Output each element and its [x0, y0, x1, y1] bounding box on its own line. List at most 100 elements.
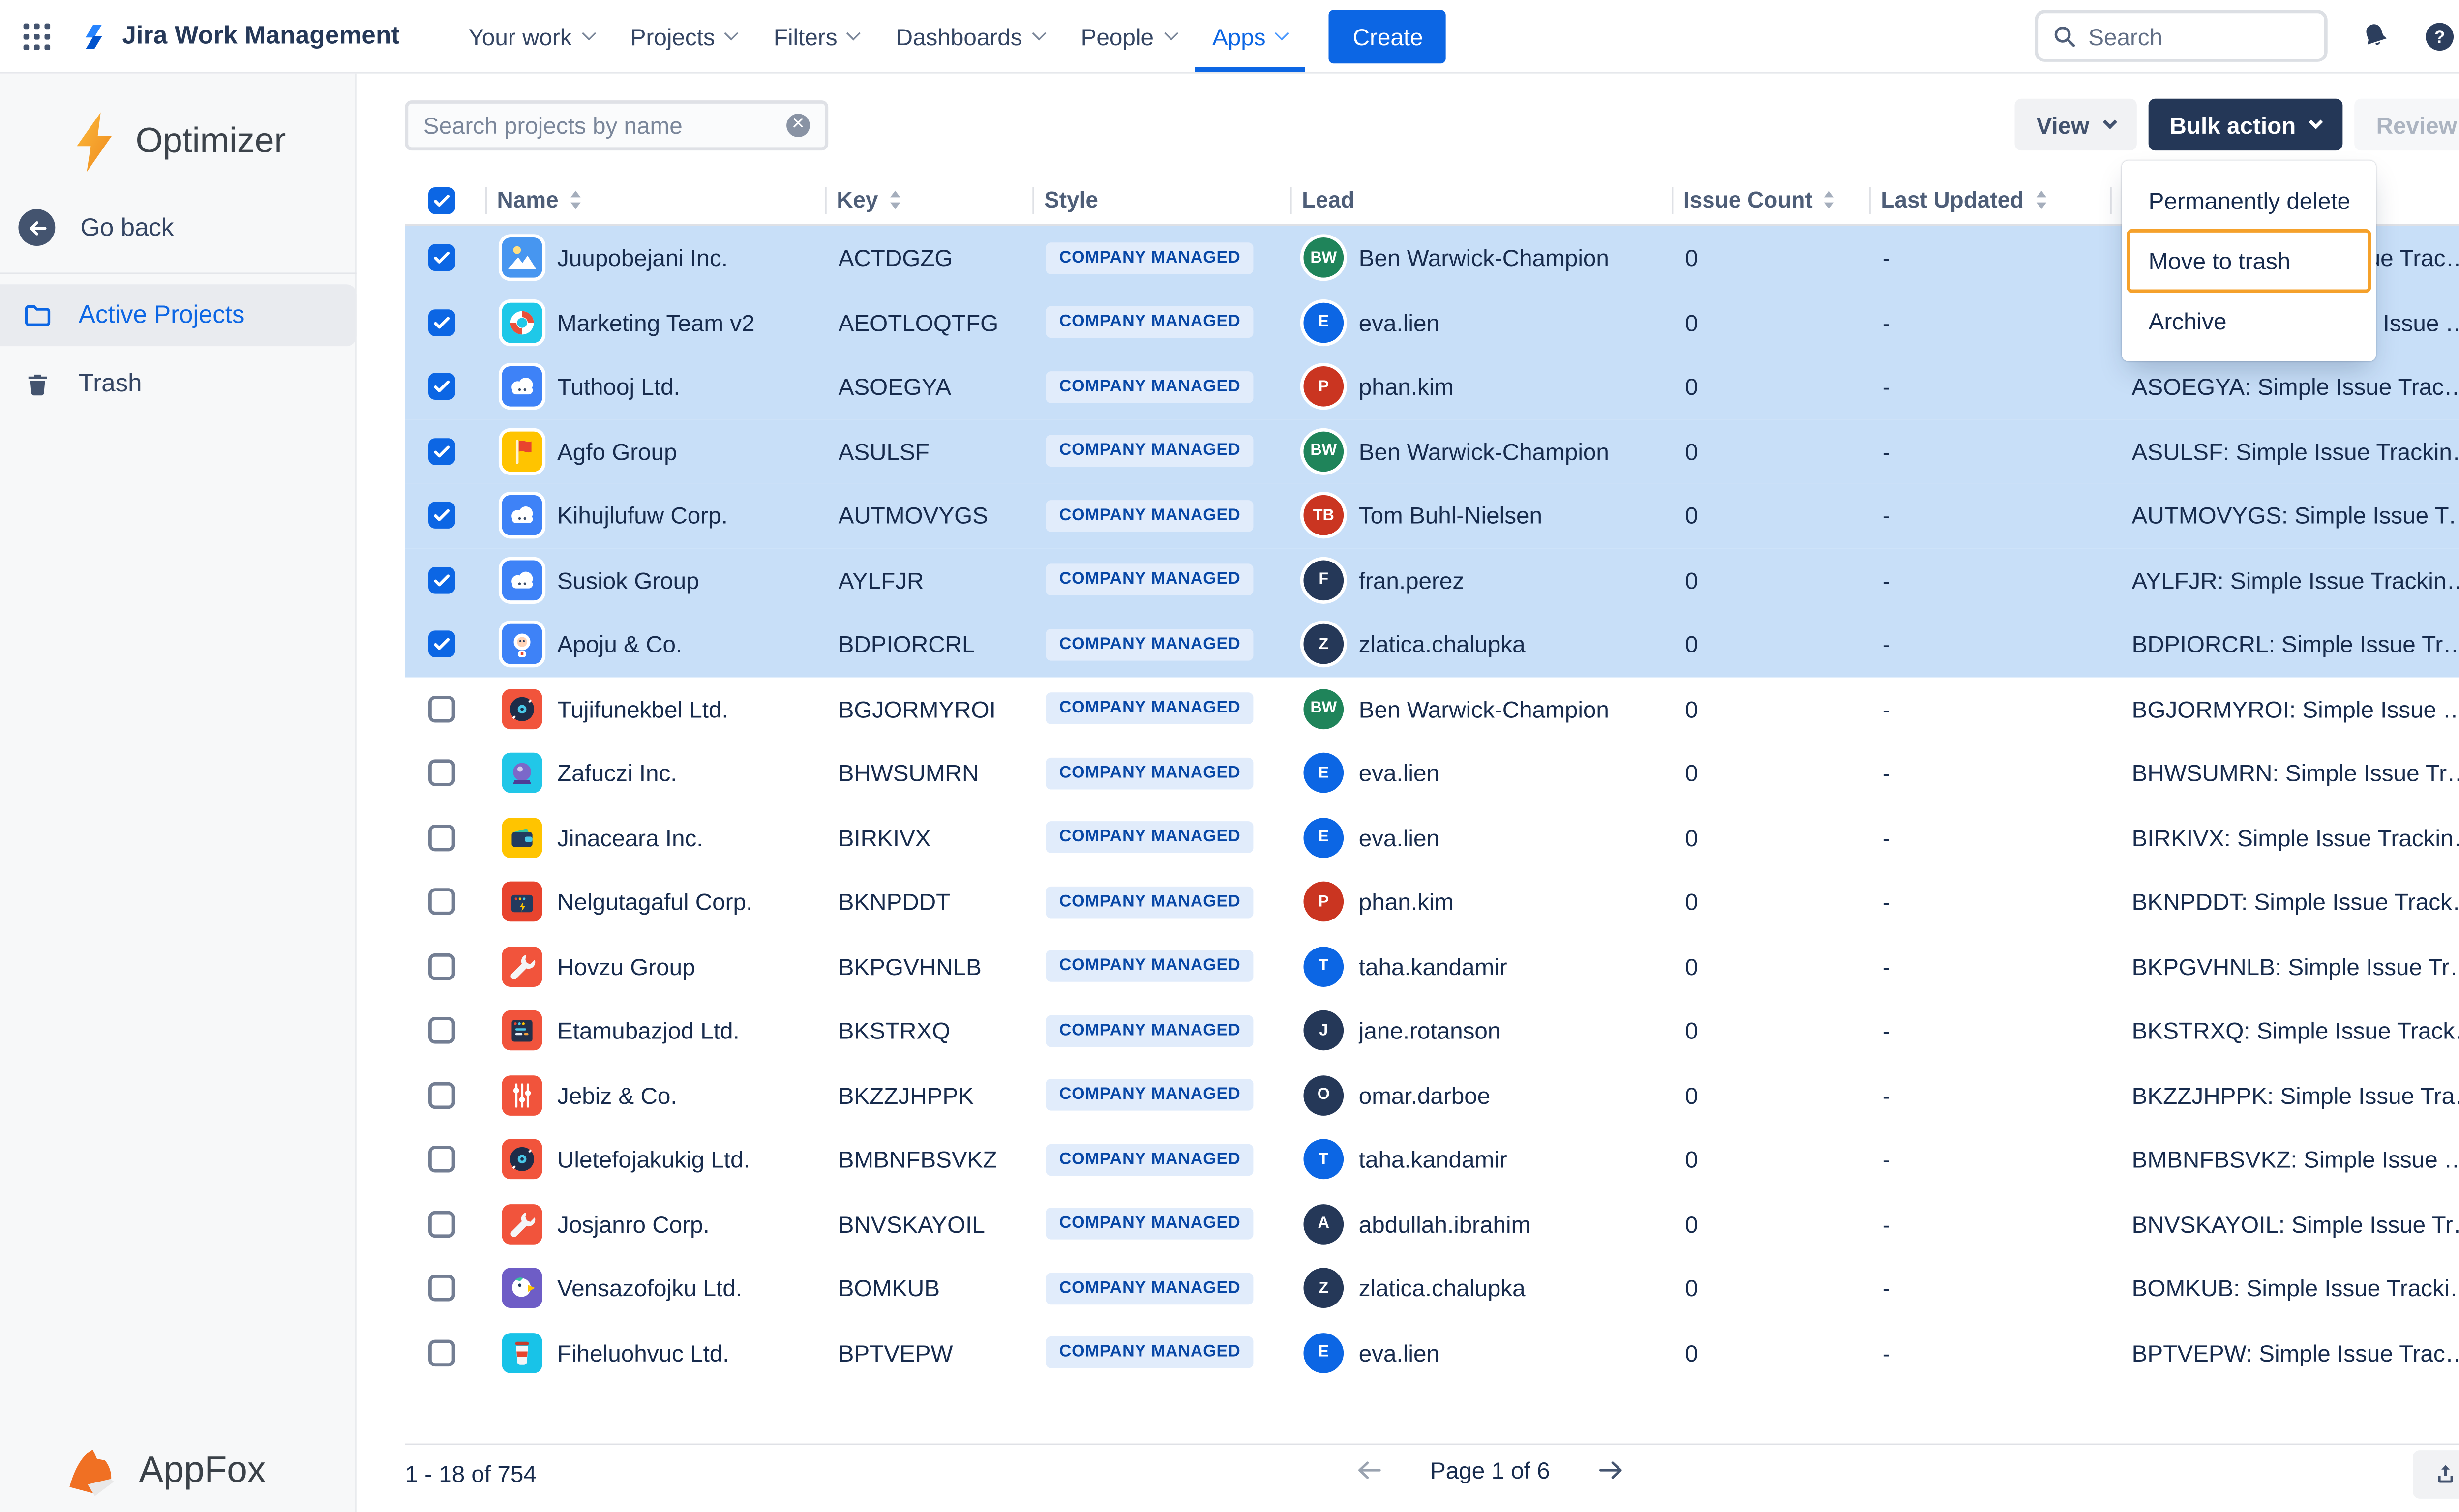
- last-updated: -: [1883, 438, 1890, 464]
- nav-item-people[interactable]: People: [1062, 0, 1194, 72]
- table-row[interactable]: Fiheluohvuc Ltd.BPTVEPWCOMPANY MANAGEDEe…: [405, 1321, 2459, 1385]
- next-page-icon[interactable]: [1593, 1453, 1627, 1487]
- project-search[interactable]: ✕: [405, 100, 828, 150]
- row-checkbox[interactable]: [428, 695, 455, 722]
- table-row[interactable]: Josjanro Corp.BNVSKAYOILCOMPANY MANAGEDA…: [405, 1192, 2459, 1256]
- project-avatar-wrench-icon: [502, 946, 542, 986]
- row-checkbox[interactable]: [428, 953, 455, 979]
- row-checkbox-cell: [405, 1339, 485, 1366]
- table-row[interactable]: Hovzu GroupBKPGVHNLBCOMPANY MANAGEDTtaha…: [405, 934, 2459, 999]
- row-checkbox[interactable]: [428, 373, 455, 400]
- table-row[interactable]: Tuthooj Ltd.ASOEGYACOMPANY MANAGEDPphan.…: [405, 355, 2459, 419]
- help-icon[interactable]: ?: [2421, 18, 2458, 55]
- row-checkbox[interactable]: [428, 1339, 455, 1366]
- row-checkbox[interactable]: [428, 309, 455, 335]
- nav-item-projects[interactable]: Projects: [612, 0, 755, 72]
- project-key-cell: BKNPDDT: [825, 889, 1032, 915]
- row-checkbox[interactable]: [428, 244, 455, 271]
- row-checkbox[interactable]: [428, 502, 455, 529]
- create-button[interactable]: Create: [1329, 9, 1446, 63]
- table-row[interactable]: Zafuczi Inc.BHWSUMRNCOMPANY MANAGEDEeva.…: [405, 741, 2459, 805]
- style-badge: COMPANY MANAGED: [1046, 1144, 1254, 1176]
- project-style-cell: COMPANY MANAGED: [1032, 628, 1290, 660]
- row-checkbox[interactable]: [428, 1275, 455, 1302]
- prev-page-icon[interactable]: [1353, 1453, 1386, 1487]
- lead-name: Ben Warwick-Champion: [1359, 695, 1609, 722]
- nav-item-apps[interactable]: Apps: [1194, 0, 1306, 72]
- jira-logo[interactable]: Jira Work Management: [77, 19, 400, 53]
- row-checkbox[interactable]: [428, 1082, 455, 1108]
- nav-item-dashboards[interactable]: Dashboards: [877, 0, 1062, 72]
- main-content: ✕ View Bulk action Review changes Name K…: [357, 74, 2459, 1512]
- last-updated: -: [1883, 309, 1890, 335]
- issue-count-cell: 0: [1672, 889, 1869, 915]
- project-key: BPTVEPW: [839, 1339, 953, 1366]
- row-checkbox[interactable]: [428, 438, 455, 464]
- global-search[interactable]: [2035, 10, 2327, 61]
- bulk-action-button[interactable]: Bulk action: [2148, 99, 2342, 150]
- row-checkbox[interactable]: [428, 1017, 455, 1044]
- table-row[interactable]: Uletefojakukig Ltd.BMBNFBSVKZCOMPANY MAN…: [405, 1127, 2459, 1192]
- column-header-style[interactable]: Style: [1032, 176, 1290, 224]
- column-header-issue-count[interactable]: Issue Count: [1672, 176, 1869, 224]
- export-icon: [2432, 1462, 2458, 1487]
- back-arrow-icon: [18, 209, 55, 246]
- last-updated-cell: -: [1869, 244, 2110, 271]
- project-description: ASOEGYA: Simple Issue Tracking I...: [2110, 355, 2459, 419]
- table-row[interactable]: Jinaceara Inc.BIRKIVXCOMPANY MANAGEDEeva…: [405, 805, 2459, 870]
- nav-item-your-work[interactable]: Your work: [450, 0, 612, 72]
- go-back-button[interactable]: Go back: [18, 209, 174, 246]
- project-key-cell: ASOEGYA: [825, 373, 1032, 400]
- table-row[interactable]: Tujifunekbel Ltd.BGJORMYROICOMPANY MANAG…: [405, 677, 2459, 741]
- sidebar-item-active-projects[interactable]: Active Projects: [0, 284, 357, 346]
- select-all-checkbox[interactable]: [428, 186, 455, 213]
- chevron-down-icon: [1164, 26, 1178, 40]
- row-checkbox[interactable]: [428, 889, 455, 915]
- row-checkbox-cell: [405, 760, 485, 786]
- notifications-icon[interactable]: [2356, 18, 2393, 55]
- top-navbar: Jira Work Management Your workProjectsFi…: [0, 0, 2459, 74]
- table-row[interactable]: Susiok GroupAYLFJRCOMPANY MANAGEDFfran.p…: [405, 548, 2459, 612]
- issue-count: 0: [1685, 953, 1698, 979]
- project-lead-cell: Zzlatica.chalupka: [1290, 624, 1672, 665]
- row-checkbox[interactable]: [428, 566, 455, 593]
- clear-search-icon[interactable]: ✕: [786, 114, 810, 137]
- table-row[interactable]: Vensazofojku Ltd.BOMKUBCOMPANY MANAGEDZz…: [405, 1256, 2459, 1321]
- nav-item-filters[interactable]: Filters: [755, 0, 877, 72]
- export-button[interactable]: Export: [2412, 1450, 2459, 1499]
- row-checkbox[interactable]: [428, 631, 455, 657]
- column-header-lead[interactable]: Lead: [1290, 176, 1672, 224]
- row-checkbox[interactable]: [428, 824, 455, 851]
- table-row[interactable]: Agfo GroupASULSFCOMPANY MANAGEDBWBen War…: [405, 419, 2459, 483]
- table-row[interactable]: Apoju & Co.BDPIORCRLCOMPANY MANAGEDZzlat…: [405, 612, 2459, 677]
- table-row[interactable]: Etamubazjod Ltd.BKSTRXQCOMPANY MANAGEDJj…: [405, 999, 2459, 1063]
- sidebar-item-trash[interactable]: Trash: [0, 353, 357, 415]
- table-row[interactable]: Jebiz & Co.BKZZJHPPKCOMPANY MANAGEDOomar…: [405, 1063, 2459, 1127]
- lead-avatar: T: [1303, 946, 1344, 986]
- review-changes-button[interactable]: Review changes: [2354, 99, 2459, 150]
- row-checkbox[interactable]: [428, 1211, 455, 1237]
- menu-item-archive[interactable]: Archive: [2122, 291, 2376, 351]
- optimizer-title: Optimizer: [136, 122, 286, 162]
- issue-count-cell: 0: [1672, 824, 1869, 851]
- global-search-input[interactable]: [2088, 23, 2280, 49]
- column-header-last-updated[interactable]: Last Updated: [1869, 176, 2110, 224]
- column-header-key[interactable]: Key: [825, 176, 1032, 224]
- app-switcher-icon[interactable]: [20, 19, 54, 53]
- column-label: Issue Count: [1683, 187, 1813, 212]
- issue-count: 0: [1685, 502, 1698, 529]
- project-key-cell: BIRKIVX: [825, 824, 1032, 851]
- view-button[interactable]: View: [2014, 99, 2136, 150]
- table-row[interactable]: Nelgutagaful Corp.BKNPDDTCOMPANY MANAGED…: [405, 870, 2459, 934]
- column-header-name[interactable]: Name: [485, 176, 825, 224]
- menu-item-move-to-trash[interactable]: Move to trash: [2129, 231, 2369, 291]
- issue-count: 0: [1685, 373, 1698, 400]
- project-style-cell: COMPANY MANAGED: [1032, 1079, 1290, 1111]
- project-lead-cell: Eeva.lien: [1290, 818, 1672, 858]
- row-checkbox[interactable]: [428, 760, 455, 786]
- project-key: BOMKUB: [839, 1275, 940, 1302]
- project-search-input[interactable]: [423, 112, 786, 139]
- menu-item-permanently-delete[interactable]: Permanently delete: [2122, 171, 2376, 231]
- row-checkbox[interactable]: [428, 1146, 455, 1173]
- table-row[interactable]: Kihujlufuw Corp.AUTMOVYGSCOMPANY MANAGED…: [405, 483, 2459, 548]
